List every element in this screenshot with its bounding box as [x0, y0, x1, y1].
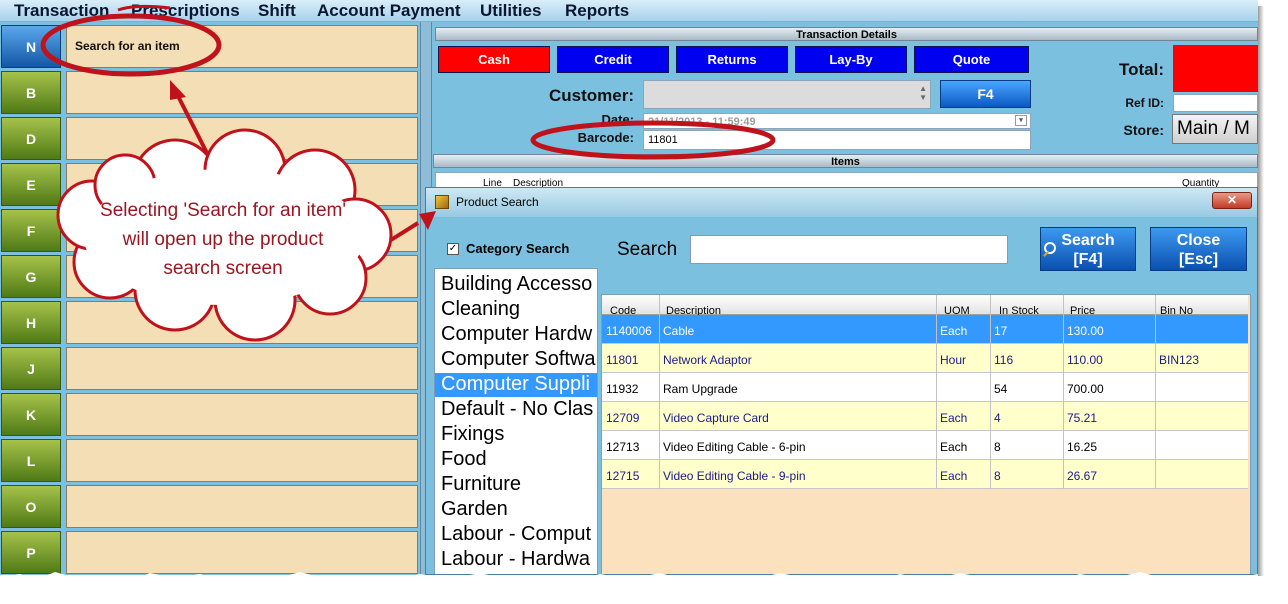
highlight-ellipse-search-item: [40, 13, 222, 77]
page-shadow: [1258, 6, 1264, 576]
arrowhead-icon: [170, 80, 186, 100]
callout-text: Selecting 'Search for an item' will open…: [100, 200, 346, 279]
arrowhead-icon: [419, 211, 436, 230]
torn-edge-decoration: [0, 572, 1288, 604]
highlight-ellipse-tail: [117, 4, 171, 12]
annotation-overlay: [40, 4, 776, 342]
highlight-ellipse-barcode: [530, 120, 776, 160]
